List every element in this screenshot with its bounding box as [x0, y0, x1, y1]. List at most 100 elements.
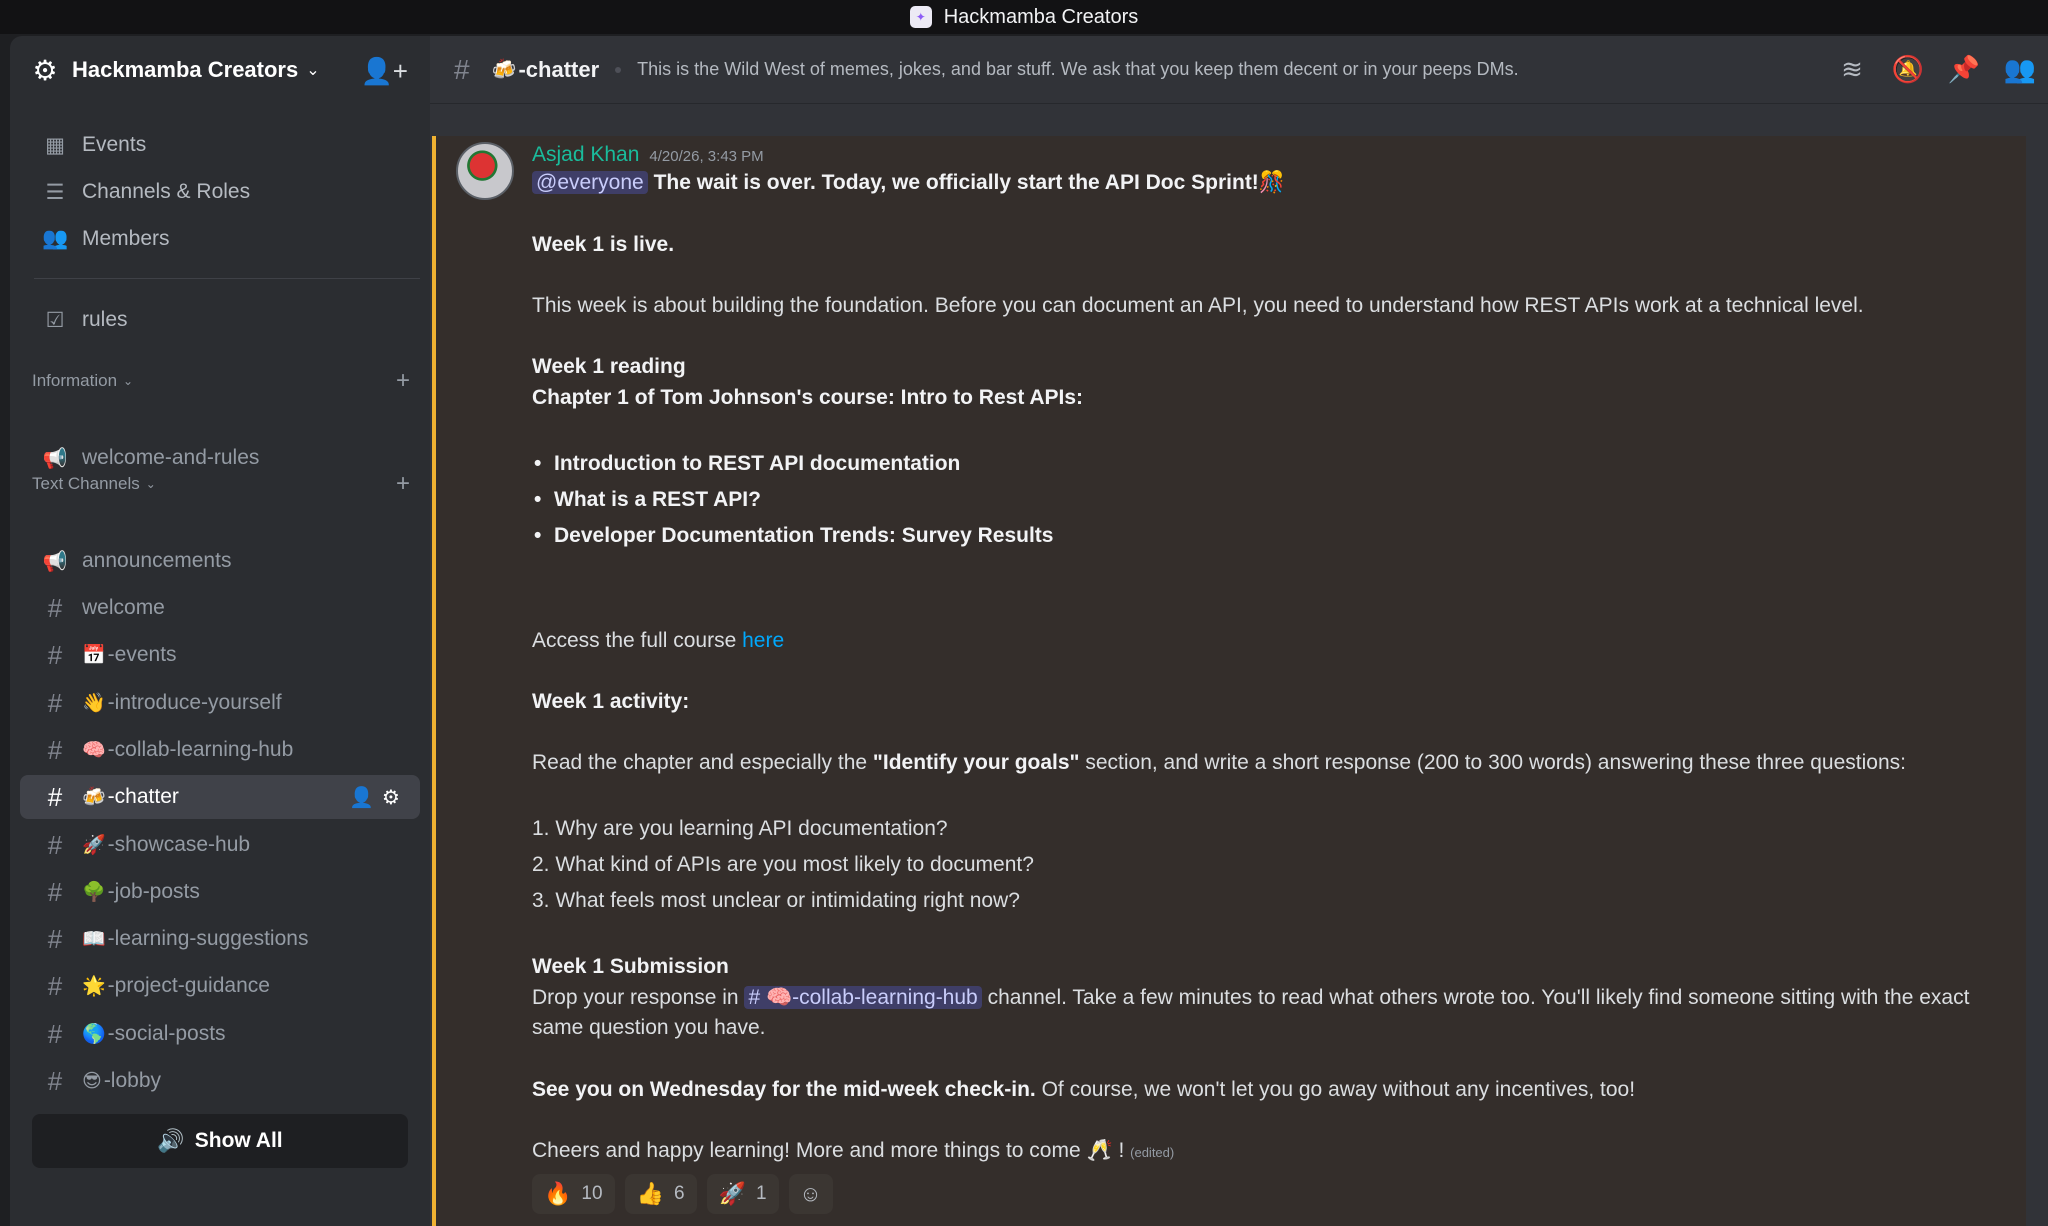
activity-text: Read the chapter and especially the "Ide… [532, 748, 1906, 778]
question-3: 3. What feels most unclear or intimidati… [532, 889, 1020, 912]
hash-icon: # [47, 876, 63, 907]
channel-announcements[interactable]: 📢 announcements [20, 539, 430, 583]
reading-title: Week 1 reading [532, 355, 686, 378]
cheers-line: Cheers and happy learning! More and more… [532, 1136, 1174, 1168]
member-list-icon[interactable]: 👥 [1992, 54, 2048, 85]
channel-item[interactable]: # 🍻 -chatter 👤⚙ [20, 775, 420, 819]
message-headline-line: @everyone The wait is over. Today, we of… [532, 168, 1285, 198]
message-author[interactable]: Asjad Khan [532, 143, 639, 166]
category-text-channels-label: Text Channels [32, 474, 140, 493]
show-all-label: Show All [194, 1129, 283, 1152]
show-all-button[interactable]: 🔊 Show All [32, 1114, 408, 1168]
members-icon: 👥 [42, 227, 69, 250]
hash-icon: # [47, 923, 63, 954]
channel-emoji: 🍻 [491, 59, 517, 81]
channel-emoji: 😎 [82, 1070, 102, 1092]
channel-emoji: 👋 [82, 693, 106, 714]
server-header[interactable]: ⚙ Hackmamba Creators ⌄ 👤+ [10, 36, 430, 104]
hash-icon: # [47, 1065, 63, 1096]
channel-emoji: 📖 [82, 929, 106, 950]
channel-emoji: 🌟 [82, 976, 106, 997]
submission-title: Week 1 Submission [532, 955, 729, 978]
thumbs-up-icon: 👍 [636, 1181, 664, 1206]
list-search-icon: ☰ [45, 180, 65, 204]
channel-topic[interactable]: This is the Wild West of memes, jokes, a… [637, 59, 1518, 80]
channel-mention[interactable]: # 🧠-collab-learning-hub [744, 986, 982, 1009]
reaction-count: 1 [755, 1183, 767, 1204]
nav-rules-label: rules [82, 308, 128, 331]
window-title: Hackmamba Creators [943, 5, 1139, 28]
channel-emoji: 🌎 [82, 1024, 106, 1045]
category-text-channels[interactable]: Text Channels ⌄ + [32, 469, 422, 499]
see-you-line: See you on Wednesday for the mid-week ch… [532, 1075, 1635, 1105]
notification-bell-muted-icon[interactable]: 🔕 [1880, 54, 1936, 85]
nav-events[interactable]: ▦ Events [20, 123, 420, 167]
calendar-icon: ▦ [45, 133, 65, 157]
add-reaction-button[interactable]: ☺ [788, 1174, 833, 1214]
channel-label: -project-guidance [107, 974, 270, 997]
message-highlighted[interactable]: Asjad Khan 4/20/26, 3:43 PM @everyone The… [432, 136, 2026, 1226]
list-item: Developer Documentation Trends: Survey R… [532, 518, 1053, 554]
channel-item[interactable]: # 🚀 -showcase-hub [20, 823, 430, 867]
channel-settings-icon[interactable]: 👤⚙ [349, 785, 408, 810]
access-course-line: Access the full course here [532, 626, 784, 656]
hash-icon: # [47, 829, 63, 860]
window-titlebar: ✦ Hackmamba Creators [0, 0, 2048, 34]
list-item: Introduction to REST API documentation [532, 446, 1053, 482]
week-live-text: Week 1 is live. [532, 233, 675, 256]
fire-icon: 🔥 [544, 1181, 572, 1206]
hash-icon: # [47, 592, 63, 623]
reactions-bar: 🔥 10 👍 6 🚀 1 ☺ [532, 1174, 843, 1214]
course-link[interactable]: here [742, 629, 784, 652]
channel-item[interactable]: # 😎 -lobby [20, 1059, 430, 1103]
avatar[interactable] [456, 142, 514, 200]
sidebar-divider [34, 278, 420, 279]
nav-rules[interactable]: ☑ rules [20, 298, 420, 342]
nav-channels-roles[interactable]: ☰ Channels & Roles [20, 170, 420, 214]
channel-item[interactable]: # 📅 -events [20, 633, 430, 677]
see-you-bold: See you on Wednesday for the mid-week ch… [532, 1078, 1036, 1101]
add-channel-icon[interactable]: + [396, 367, 410, 395]
reaction-count: 10 [581, 1183, 603, 1204]
hash-icon: # [47, 970, 63, 1001]
reaction-thumbs-up[interactable]: 👍 6 [624, 1174, 697, 1214]
channel-item[interactable]: # 📖 -learning-suggestions [20, 917, 430, 961]
hash-icon: # [47, 687, 63, 718]
reaction-rocket[interactable]: 🚀 1 [706, 1174, 779, 1214]
reading-list: Introduction to REST API documentation W… [532, 446, 1053, 554]
invite-people-icon[interactable]: 👤+ [360, 56, 408, 87]
channel-item[interactable]: # welcome [20, 586, 430, 630]
category-information[interactable]: Information ⌄ + [32, 366, 422, 396]
nav-channels-roles-label: Channels & Roles [82, 180, 251, 203]
header-toolbar: ≋ 🔕 📌 👥 [1824, 54, 2048, 85]
nav-members[interactable]: 👥 Members [20, 217, 420, 261]
activity-title: Week 1 activity: [532, 690, 690, 713]
channel-emoji: 🧠 [82, 740, 106, 761]
add-channel-icon[interactable]: + [396, 470, 410, 498]
channel-label: welcome-and-rules [82, 446, 260, 469]
mention-everyone[interactable]: @everyone [532, 171, 648, 194]
channel-item[interactable]: # 🌎 -social-posts [20, 1012, 430, 1056]
channel-label: -introduce-yourself [107, 691, 282, 714]
reading-subtitle: Chapter 1 of Tom Johnson's course: Intro… [532, 386, 1084, 409]
hash-icon: # [47, 639, 63, 670]
question-2: 2. What kind of APIs are you most likely… [532, 853, 1034, 876]
chevron-down-icon: ⌄ [123, 374, 134, 388]
channel-item[interactable]: # 👋 -introduce-yourself [20, 681, 430, 725]
channel-label: -learning-suggestions [107, 927, 309, 950]
pin-icon[interactable]: 📌 [1936, 54, 1992, 85]
see-you-rest: Of course, we won't let you go away with… [1035, 1078, 1636, 1101]
channel-label: -showcase-hub [107, 833, 251, 856]
reaction-fire[interactable]: 🔥 10 [532, 1174, 615, 1214]
server-name: Hackmamba Creators [72, 57, 299, 82]
channel-item[interactable]: # 🧠 -collab-learning-hub [20, 728, 430, 772]
message-headline: The wait is over. Today, we officially s… [653, 171, 1285, 194]
channel-item[interactable]: # 🌳 -job-posts [20, 870, 430, 914]
megaphone-icon: 📢 [42, 550, 68, 573]
channel-item[interactable]: # 🌟 -project-guidance [20, 964, 430, 1008]
activity-bold: "Identify your goals" [872, 751, 1080, 774]
threads-icon[interactable]: ≋ [1824, 54, 1880, 85]
megaphone-icon: 📢 [42, 447, 68, 470]
cheers-text: Cheers and happy learning! More and more… [532, 1139, 1125, 1162]
message-timestamp[interactable]: 4/20/26, 3:43 PM [649, 148, 763, 165]
